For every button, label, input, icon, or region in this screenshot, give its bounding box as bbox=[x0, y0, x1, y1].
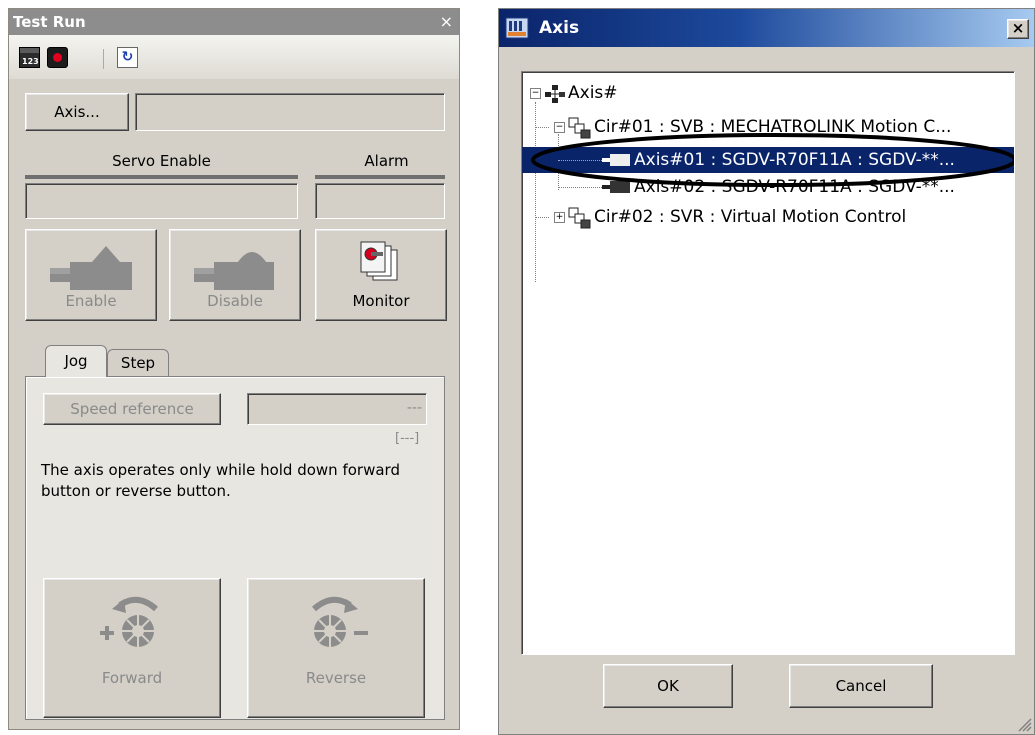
reverse-rotation-icon bbox=[312, 596, 368, 647]
tree-connector bbox=[535, 217, 549, 218]
disable-button[interactable]: Disable bbox=[169, 229, 301, 321]
record-icon[interactable] bbox=[47, 47, 68, 68]
enable-button[interactable]: Enable bbox=[25, 229, 157, 321]
tab-step[interactable]: Step bbox=[107, 349, 169, 377]
speed-reference-button[interactable]: Speed reference bbox=[43, 393, 221, 425]
speed-unit-label: [---] bbox=[395, 431, 420, 446]
test-run-title: Test Run bbox=[9, 9, 459, 35]
collapse-icon[interactable]: − bbox=[530, 88, 541, 99]
servo-enable-label: Servo Enable bbox=[112, 152, 211, 170]
forward-rotation-icon bbox=[100, 596, 158, 647]
axis-dialog-title: Axis bbox=[499, 9, 1034, 47]
highlight-ellipse bbox=[531, 133, 1014, 187]
tree-connector bbox=[535, 127, 549, 128]
axis-app-icon bbox=[505, 17, 529, 39]
refresh-icon[interactable]: ↻ bbox=[117, 47, 138, 68]
axis-select-button[interactable]: Axis... bbox=[25, 93, 129, 131]
forward-label: Forward bbox=[101, 669, 163, 687]
monitor-label: Monitor bbox=[352, 292, 410, 310]
circuit-icon bbox=[568, 207, 591, 229]
enable-label: Enable bbox=[65, 292, 117, 310]
toolbar: 123 ↻ bbox=[9, 35, 459, 79]
cancel-button[interactable]: Cancel bbox=[789, 664, 933, 708]
test-run-window: Test Run × 123 ↻ Axis... Servo Enable Al… bbox=[8, 8, 460, 730]
reverse-label: Reverse bbox=[305, 669, 367, 687]
servo-off-icon bbox=[194, 252, 274, 290]
close-icon[interactable]: × bbox=[440, 9, 453, 35]
jog-info-text: The axis operates only while hold down f… bbox=[41, 461, 400, 500]
tab-jog[interactable]: Jog bbox=[45, 345, 107, 377]
close-icon[interactable]: × bbox=[1007, 19, 1029, 39]
axis-dialog: Axis × − Axis# − Cir#01 : SVB : MECHATRO… bbox=[498, 8, 1035, 735]
servo-enable-status-field bbox=[25, 183, 298, 219]
resize-grip-icon[interactable] bbox=[1016, 716, 1032, 732]
ok-button[interactable]: OK bbox=[603, 664, 733, 708]
alarm-indicator-bar bbox=[315, 175, 445, 179]
alarm-status-field bbox=[315, 183, 445, 219]
servo-on-icon bbox=[50, 246, 132, 290]
speed-value: --- bbox=[406, 400, 422, 416]
axis-field bbox=[135, 93, 445, 131]
tree-root-label[interactable]: Axis# bbox=[568, 80, 618, 106]
tree-connector bbox=[535, 102, 536, 282]
servo-enable-indicator-bar bbox=[25, 175, 298, 179]
expand-icon[interactable]: + bbox=[554, 212, 565, 223]
disable-label: Disable bbox=[207, 292, 263, 310]
monitor-icon bbox=[360, 241, 398, 281]
toolbar-separator bbox=[103, 49, 104, 69]
calendar-icon[interactable]: 123 bbox=[19, 47, 40, 68]
axis-root-icon bbox=[545, 85, 565, 103]
monitor-button[interactable]: Monitor bbox=[315, 229, 447, 321]
reverse-button[interactable]: Reverse bbox=[247, 578, 425, 718]
speed-reference-field: --- bbox=[247, 393, 427, 425]
axis-tree[interactable]: − Axis# − Cir#01 : SVB : MECHATROLINK Mo… bbox=[521, 71, 1015, 655]
tree-node-cir02[interactable]: Cir#02 : SVR : Virtual Motion Control bbox=[594, 204, 906, 230]
alarm-label: Alarm bbox=[364, 152, 409, 170]
forward-button[interactable]: Forward bbox=[43, 578, 221, 718]
